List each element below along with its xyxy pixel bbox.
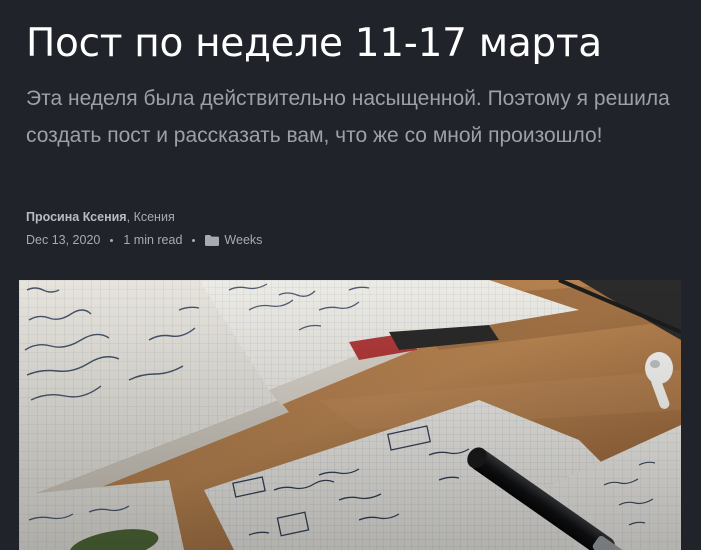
meta-separator-dot — [192, 238, 196, 242]
feature-image — [19, 280, 681, 550]
post-title: Пост по неделе 11-17 марта — [26, 21, 602, 66]
reading-time: 1 min read — [123, 233, 183, 247]
post-excerpt: Эта неделя была действительно насыщенной… — [26, 87, 670, 147]
tag-link[interactable]: Weeks — [205, 232, 262, 248]
folder-icon — [205, 234, 220, 246]
notebooks-photo-icon — [19, 280, 681, 550]
author-separator: , — [126, 210, 131, 224]
author-link-secondary[interactable]: Ксения — [134, 210, 175, 224]
tag-label: Weeks — [224, 233, 263, 247]
post-authors: Просина Ксения, Ксения — [26, 209, 175, 225]
post-date: Dec 13, 2020 — [26, 233, 101, 247]
post-page: Пост по неделе 11-17 марта Эта неделя бы… — [0, 0, 701, 550]
author-link-primary[interactable]: Просина Ксения — [26, 210, 127, 224]
meta-separator-dot — [110, 238, 114, 242]
post-meta: Dec 13, 2020 1 min read Weeks — [26, 232, 262, 248]
